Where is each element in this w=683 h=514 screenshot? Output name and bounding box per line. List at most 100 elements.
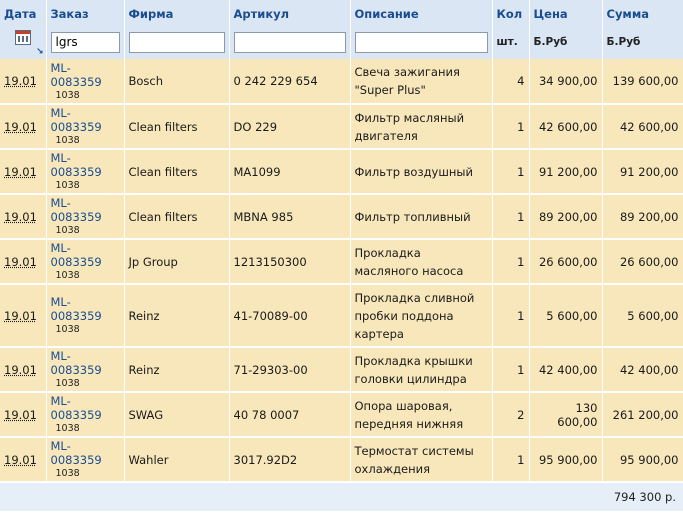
order-sub-number: 1038 <box>55 378 80 389</box>
date-link[interactable]: 19.01 <box>4 255 37 269</box>
table-row: 19.01 ML-0083359 1038 Clean filters DO 229 Фи… <box>0 104 683 150</box>
description-cell: Прокладка сливной пробки поддона картера <box>350 284 493 348</box>
header-row: Дата Заказ Фирма Артикул Описание Кол Це… <box>0 0 683 25</box>
table-row: 19.01 ML-0083359 1038 Reinz 71-29303-00 Прокл… <box>0 347 683 393</box>
date-link[interactable]: 19.01 <box>4 74 37 88</box>
sum-cell: 261 200,00 <box>602 392 683 438</box>
order-sub-number: 1038 <box>55 180 80 191</box>
table-row: 19.01 ML-0083359 1038 Clean filters MA1099 Фи… <box>0 149 683 195</box>
order-sub-number: 1038 <box>55 89 80 101</box>
article-cell: MBNA 985 <box>229 194 351 240</box>
price-cell: 26 600,00 <box>529 239 603 285</box>
firm-filter-input[interactable] <box>128 31 225 53</box>
firm-cell: Clean filters <box>124 194 230 240</box>
date-link[interactable]: 19.01 <box>4 120 37 134</box>
description-cell: Прокладка масляного насоса <box>350 239 493 285</box>
firm-cell: Clean filters <box>124 104 230 150</box>
order-link[interactable]: ML-0083359 <box>51 106 120 134</box>
order-filter-input[interactable] <box>50 31 120 53</box>
order-sub-number: 1038 <box>55 270 80 281</box>
qty-cell: 1 <box>492 284 530 348</box>
article-cell: 71-29303-00 <box>229 347 351 393</box>
date-cell: 19.01 <box>0 437 47 483</box>
description-cell: Фильтр воздушный <box>350 149 493 195</box>
table-row: 19.01 ML-0083359 1038 Clean filters MBNA 985… <box>0 194 683 240</box>
qty-cell: 2 <box>492 392 530 438</box>
article-cell: 41-70089-00 <box>229 284 351 348</box>
column-header-firm[interactable]: Фирма <box>124 0 230 25</box>
qty-cell: 1 <box>492 239 530 285</box>
qty-cell: 1 <box>492 104 530 150</box>
order-sub-number: 1038 <box>55 423 80 434</box>
description-filter-input[interactable] <box>354 31 488 53</box>
table-row: 19.01 ML-0083359 1038 Bosch 0 242 229 654 Све… <box>0 59 683 105</box>
order-link[interactable]: ML-0083359 <box>51 196 120 224</box>
description-cell: Термостат системы охлаждения <box>350 437 493 483</box>
orders-table: Дата Заказ Фирма Артикул Описание Кол Це… <box>0 0 683 511</box>
filter-row: ↘ шт. Б.Руб Б.Руб <box>0 25 683 59</box>
date-cell: 19.01 <box>0 104 47 150</box>
article-cell: 3017.92D2 <box>229 437 351 483</box>
date-link[interactable]: 19.01 <box>4 363 37 377</box>
table-row: 19.01 ML-0083359 1038 Jp Group 1213150300 Про… <box>0 239 683 285</box>
price-cell: 34 900,00 <box>529 59 603 105</box>
description-cell: Фильтр топливный <box>350 194 493 240</box>
description-cell: Свеча зажигания "Super Plus" <box>350 59 493 105</box>
order-link[interactable]: ML-0083359 <box>51 439 120 467</box>
article-filter-cell <box>229 25 351 59</box>
order-cell: ML-0083359 1038 <box>46 284 125 348</box>
qty-unit-label: шт. <box>492 25 530 59</box>
article-filter-input[interactable] <box>233 31 346 53</box>
sort-arrow-icon[interactable]: ↘ <box>36 48 44 57</box>
order-cell: ML-0083359 1038 <box>46 149 125 195</box>
column-header-qty[interactable]: Кол <box>492 0 530 25</box>
column-header-description[interactable]: Описание <box>350 0 493 25</box>
date-cell: 19.01 <box>0 194 47 240</box>
qty-cell: 1 <box>492 437 530 483</box>
article-cell: DO 229 <box>229 104 351 150</box>
price-unit-label: Б.Руб <box>529 25 603 59</box>
firm-cell: Wahler <box>124 437 230 483</box>
order-sub-number: 1038 <box>55 324 80 335</box>
description-filter-cell <box>350 25 493 59</box>
price-cell: 42 600,00 <box>529 104 603 150</box>
order-link[interactable]: ML-0083359 <box>51 241 120 269</box>
order-cell: ML-0083359 1038 <box>46 59 125 105</box>
total-row: 794 300 р. <box>0 482 683 511</box>
date-filter-cell: ↘ <box>0 25 47 59</box>
order-filter-cell <box>46 25 125 59</box>
column-header-price[interactable]: Цена <box>529 0 603 25</box>
firm-cell: SWAG <box>124 392 230 438</box>
order-link[interactable]: ML-0083359 <box>51 151 120 179</box>
order-link[interactable]: ML-0083359 <box>51 349 120 377</box>
column-header-order[interactable]: Заказ <box>46 0 125 25</box>
date-link[interactable]: 19.01 <box>4 165 37 179</box>
description-cell: Фильтр масляный двигателя <box>350 104 493 150</box>
firm-cell: Clean filters <box>124 149 230 195</box>
sum-cell: 42 400,00 <box>602 347 683 393</box>
order-cell: ML-0083359 1038 <box>46 437 125 483</box>
order-cell: ML-0083359 1038 <box>46 194 125 240</box>
order-sub-number: 1038 <box>55 225 80 236</box>
date-link[interactable]: 19.01 <box>4 453 37 467</box>
table-row: 19.01 ML-0083359 1038 Reinz 41-70089-00 Прокл… <box>0 284 683 348</box>
order-link[interactable]: ML-0083359 <box>51 61 120 89</box>
price-cell: 91 200,00 <box>529 149 603 195</box>
column-header-date[interactable]: Дата <box>0 0 47 25</box>
column-header-article[interactable]: Артикул <box>229 0 351 25</box>
order-link[interactable]: ML-0083359 <box>51 394 120 422</box>
firm-cell: Reinz <box>124 347 230 393</box>
date-link[interactable]: 19.01 <box>4 210 37 224</box>
article-cell: 1213150300 <box>229 239 351 285</box>
column-header-sum[interactable]: Сумма <box>602 0 683 25</box>
order-link[interactable]: ML-0083359 <box>51 295 120 323</box>
table-row: 19.01 ML-0083359 1038 Wahler 3017.92D2 Термос… <box>0 437 683 483</box>
sum-cell: 95 900,00 <box>602 437 683 483</box>
order-sub-number: 1038 <box>55 468 80 479</box>
date-link[interactable]: 19.01 <box>4 309 37 323</box>
date-link[interactable]: 19.01 <box>4 408 37 422</box>
firm-filter-cell <box>124 25 230 59</box>
description-cell: Прокладка крышки головки цилиндра <box>350 347 493 393</box>
calendar-icon[interactable] <box>14 30 31 45</box>
qty-cell: 1 <box>492 194 530 240</box>
